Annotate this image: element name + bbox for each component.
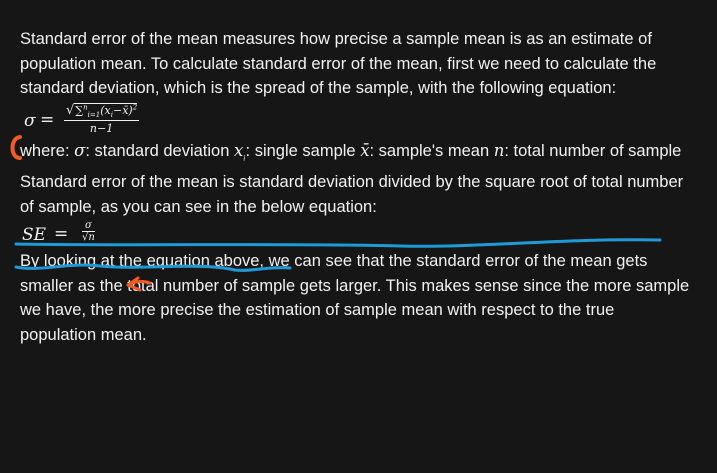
se-equals-sign: = [54,224,69,245]
where-xbar-symbol: x̄ [360,140,370,160]
sum-term-rest: −x̄) [112,103,133,117]
sum-upper-limit: n [83,102,88,111]
sum-lower-limit: i=1 [87,110,101,119]
where-xbar-text: : sample's mean [369,141,494,160]
sigma-symbol: σ [24,110,36,131]
sd-fraction: √∑ni=1(xi−x̄)2 n−1 [64,102,140,135]
orange-bracket-annotation [10,135,22,160]
where-sigma-symbol: σ [74,140,86,160]
standard-error-equation: SE = σ √n [20,219,690,249]
where-n-text: : total number of sample [504,141,682,160]
conclusion-paragraph: By looking at the equation above, we can… [20,252,690,344]
sd-numerator: √∑ni=1(xi−x̄)2 [64,102,140,121]
sum-symbol: ∑ [75,103,84,117]
se-symbol: SE [22,225,47,246]
standard-deviation-equation: σ = √∑ni=1(xi−x̄)2 n−1 [20,102,690,139]
se-denominator: √n [82,231,95,244]
sum-term: (x [100,103,111,117]
article-body: Standard error of the mean measures how … [20,27,690,347]
se-statement-paragraph: Standard error of the mean is standard d… [20,173,684,216]
sum-term-power: 2 [132,102,138,111]
equals-sign: = [40,109,55,130]
se-fraction: σ √n [82,220,95,244]
where-n-symbol: n [493,140,505,160]
where-sd-text: : standard deviation [85,141,234,160]
where-xi-symbol: xi [233,140,246,162]
intro-paragraph: Standard error of the mean measures how … [20,30,657,97]
where-paragraph: where: σ: standard deviation xi: single … [20,139,690,171]
where-xi-text: : single sample [245,141,361,160]
sd-denominator: n−1 [89,121,114,135]
where-label: where: [20,141,75,160]
